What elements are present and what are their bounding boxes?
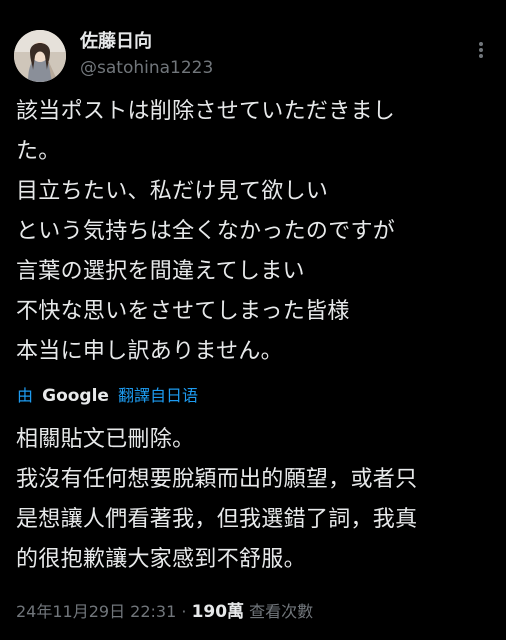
translated-text-line: 是想讓人們看著我，但我選錯了詞，我真 — [16, 507, 418, 532]
views-label: 查看次數 — [249, 602, 314, 621]
google-logo: Google — [42, 386, 109, 406]
translated-text-line: 的很抱歉讓大家感到不舒服。 — [16, 547, 306, 572]
tweet-text-line: た。 — [16, 139, 61, 164]
avatar[interactable] — [14, 30, 66, 82]
tweet-text-line: 本当に申し訳ありません。 — [16, 339, 283, 364]
tweet-text-line: 目立ちたい、私だけ見て欲しい — [16, 179, 329, 204]
translated-from-label[interactable]: 翻譯自日语 — [118, 386, 198, 405]
views-count: 190萬 — [191, 602, 245, 622]
tweet-text: 該当ポストは削除させていただきまし た。 目立ちたい、私だけ見て欲しい という気… — [16, 92, 492, 372]
more-options-icon[interactable] — [470, 38, 492, 62]
tweet-meta: 24年11月29日 22:31 · 190萬 查看次數 — [16, 601, 313, 623]
tweet-text-line: 不快な思いをさせてしまった皆様 — [16, 299, 350, 324]
author-display-name[interactable]: 佐藤日向 — [80, 31, 152, 53]
tweet-text-line: 言葉の選択を間違えてしまい — [16, 259, 305, 284]
tweet-detail: 佐藤日向 @satohina1223 該当ポストは削除させていただきまし た。 … — [0, 0, 506, 640]
translation-attribution[interactable]: 由 Google 翻譯自日语 — [17, 384, 198, 408]
translated-by-label: 由 — [17, 386, 34, 405]
translated-text: 相關貼文已刪除。 我沒有任何想要脫穎而出的願望，或者只 是想讓人們看著我，但我選… — [16, 420, 496, 580]
author-handle[interactable]: @satohina1223 — [80, 58, 213, 78]
tweet-timestamp[interactable]: 24年11月29日 22:31 — [16, 602, 176, 621]
translated-text-line: 我沒有任何想要脫穎而出的願望，或者只 — [16, 467, 418, 492]
meta-separator: · — [181, 602, 187, 621]
tweet-text-line: という気持ちは全くなかったのですが — [16, 219, 396, 244]
tweet-text-line: 該当ポストは削除させていただきまし — [16, 99, 396, 124]
translated-text-line: 相關貼文已刪除。 — [16, 427, 195, 452]
